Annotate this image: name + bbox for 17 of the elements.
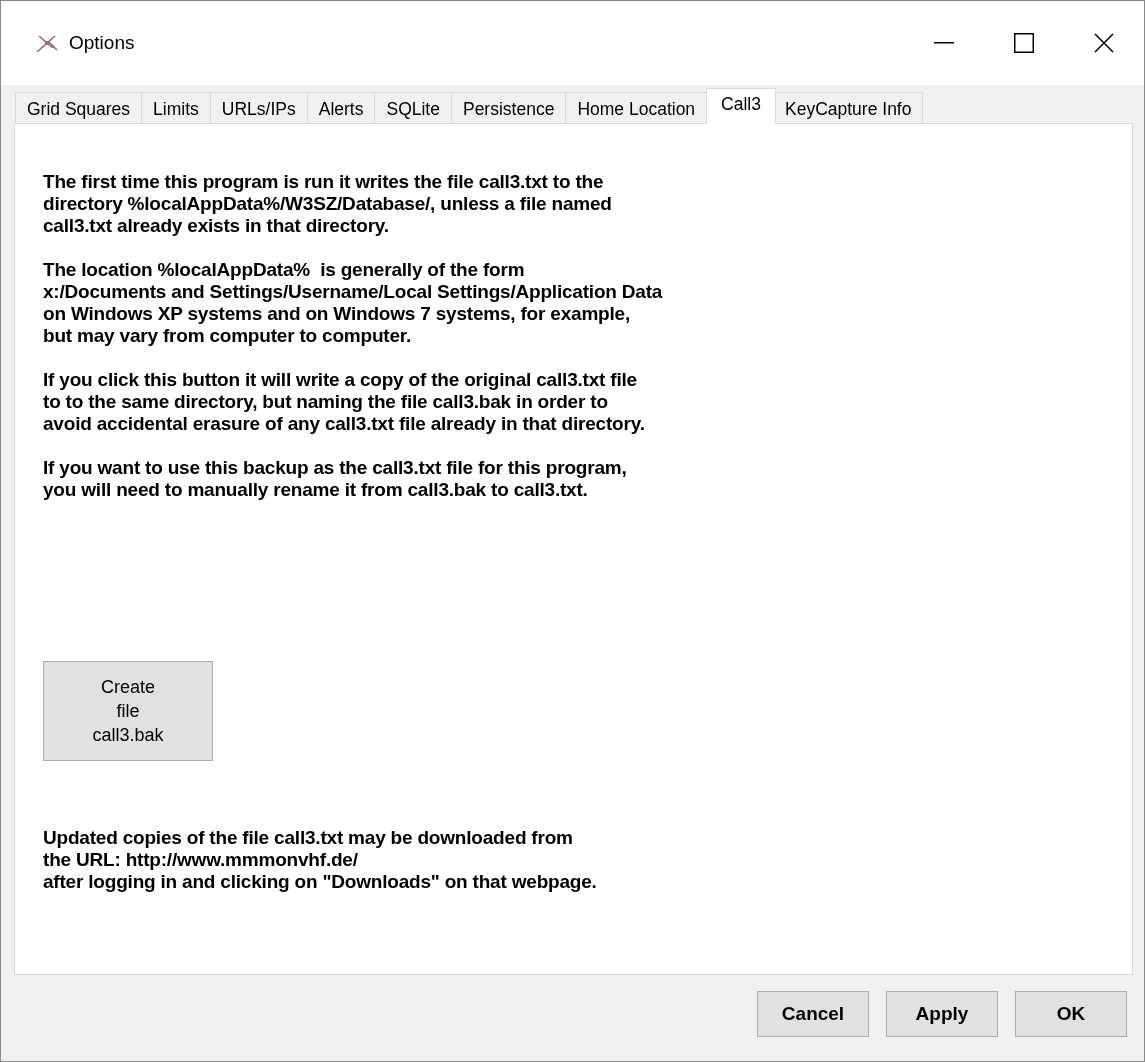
info-paragraph: If you click this button it will write a copy of the original call3.txt file to to the same directory, but naming the file call3.bak in order to avoid accidental erasure of any call3.txt file already in that directory. <box>43 369 646 435</box>
tab[interactable]: Grid Squares <box>15 92 143 124</box>
dialog-button[interactable]: OK <box>1015 991 1127 1037</box>
info-paragraph: If you want to use this backup as the call3.txt file for this program, you will need to manually rename it from call3.bak to call3.txt. <box>43 457 628 501</box>
tab[interactable]: KeyCapture Info <box>773 92 924 124</box>
window-title: Options <box>69 32 136 54</box>
download-note: Updated copies of the file call3.txt may be downloaded from the URL: http://www.mmmonvhf.de/ after logging in and clicking on "Downloads" on that webpage. <box>43 827 598 893</box>
create-backup-button[interactable]: Create file call3.bak <box>43 661 213 761</box>
info-paragraph: The location %localAppData% is generally of the form x:/Documents and Settings/Username/Local Settings/Application Data on Windows XP systems and on Windows 7 systems, for example, but may vary from computer to computer. <box>43 259 664 347</box>
dialog-button[interactable]: Cancel <box>757 991 869 1037</box>
info-paragraph: The first time this program is run it writes the file call3.txt to the directory %localAppData%/W3SZ/Database/, unless a file named call3.txt already exists in that directory. <box>43 171 613 237</box>
tab[interactable]: Call3 <box>706 88 776 124</box>
minimize-icon <box>934 42 954 44</box>
dialog-button[interactable]: Apply <box>886 991 998 1037</box>
app-icon <box>35 32 59 54</box>
maximize-icon <box>1014 33 1034 53</box>
close-icon <box>1094 33 1114 53</box>
